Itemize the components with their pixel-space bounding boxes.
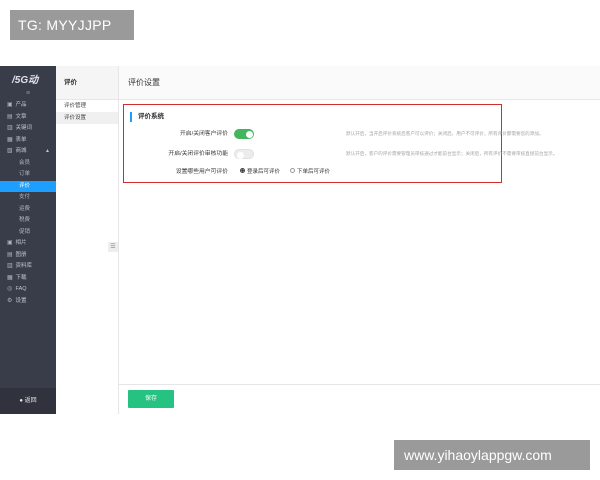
setting-label: 开启/关闭客户评价: [180, 131, 228, 137]
review-system-panel: 评价系统 开启/关闭客户评价 默认开启，当开启评价系统后客户可以评价；关闭后，用…: [123, 104, 557, 183]
form-icon: ▦: [7, 136, 13, 143]
radio-checked-icon: [240, 168, 245, 174]
watermark-top: TG: MYYJJPP: [10, 10, 134, 40]
radio-logged-in[interactable]: 登录后可评价: [240, 165, 280, 179]
sidebar-subitem-payment[interactable]: 支付: [0, 192, 56, 204]
sidebar-item-label: 文章: [15, 113, 27, 120]
app-window: /5G动 ≡ ▣ 产品 ▤ 文章 ▥ 关键词 ▦ 表单 ▧ 商城 ▲ 会员 订单…: [0, 66, 600, 414]
sidebar-item-photos[interactable]: ▣ 相片: [0, 238, 56, 250]
album-icon: ▤: [7, 251, 13, 258]
download-icon: ▦: [7, 274, 13, 281]
article-icon: ▤: [7, 113, 13, 120]
sidebar-item-label: 下载: [15, 274, 27, 281]
sidebar-item-settings[interactable]: ⚙ 设置: [0, 296, 56, 308]
setting-row-who-can-review: 设置哪些用户可评价 登录后可评价 下单后可评价: [124, 165, 503, 179]
sidebar-footer: ● 返回: [0, 388, 56, 414]
page-title: 评价设置: [119, 66, 600, 100]
sidebar-item-label: 资料库: [15, 263, 33, 269]
setting-row-review-moderation: 开启/关闭评价审核功能 默认开启，客户的评价需要管理员审核通过才能前台显示；关闭…: [124, 147, 557, 161]
radio-unchecked-icon: [290, 168, 295, 174]
subnav-item-review-settings[interactable]: 评价设置: [56, 112, 118, 124]
sidebar-item-faq[interactable]: ◎ FAQ: [0, 284, 56, 296]
mall-icon: ▧: [7, 148, 13, 154]
sidebar-subitem-reviews[interactable]: 评价: [0, 180, 56, 192]
sidebar-item-label: 相片: [15, 240, 27, 246]
sidebar-item-label: 设置: [15, 297, 27, 304]
radio-after-order[interactable]: 下单后可评价: [290, 165, 330, 179]
sidebar-subitem-shipping[interactable]: 运费: [0, 204, 56, 216]
sidebar-item-label: 产品: [15, 102, 27, 108]
form-footer: 保存: [119, 384, 600, 414]
sidebar-item-label: 关键词: [15, 125, 33, 131]
sidebar-item-label: 表单: [15, 136, 27, 143]
toggle-knob: [236, 151, 244, 159]
sidebar-item-albums[interactable]: ▤ 图册: [0, 250, 56, 262]
sidebar-item-articles[interactable]: ▤ 文章: [0, 112, 56, 124]
radio-label: 下单后可评价: [297, 169, 331, 175]
menu-collapse-icon[interactable]: ≡: [0, 88, 56, 100]
chevron-up-icon: ▲: [45, 148, 50, 154]
setting-hint: 默认开启，客户的评价需要管理员审核通过才能前台显示；关闭后，所有评价不需要审核直…: [346, 151, 558, 156]
back-label: 返回: [24, 398, 37, 404]
back-icon: ●: [19, 398, 23, 404]
product-icon: ▣: [7, 102, 13, 108]
setting-label: 开启/关闭评价审核功能: [168, 151, 228, 157]
setting-row-enable-reviews: 开启/关闭客户评价 默认开启，当开启评价系统后客户可以评价；关闭后，用户不可评价…: [124, 127, 544, 141]
sidebar-item-library[interactable]: ▥ 资料库: [0, 261, 56, 273]
sidebar-item-mall[interactable]: ▧ 商城 ▲: [0, 146, 56, 158]
sidebar-subitem-tax[interactable]: 税费: [0, 215, 56, 227]
sidebar-item-label: 图册: [15, 251, 27, 258]
gear-icon: ⚙: [7, 297, 13, 304]
sidebar-item-keywords[interactable]: ▥ 关键词: [0, 123, 56, 135]
sidebar-item-products[interactable]: ▣ 产品: [0, 100, 56, 112]
section-title: 评价系统: [130, 112, 164, 122]
sidebar-subitem-orders[interactable]: 订单: [0, 169, 56, 181]
back-button[interactable]: ● 返回: [0, 388, 56, 414]
subnav-title: 评价: [56, 66, 118, 100]
sidebar-item-label: FAQ: [15, 286, 27, 292]
subnav-item-review-management[interactable]: 评价管理: [56, 100, 118, 112]
setting-label: 设置哪些用户可评价: [175, 169, 228, 175]
main-content: 评价设置 评价系统 开启/关闭客户评价 默认开启，当开启评价系统后客户可以评价；…: [119, 66, 600, 414]
review-moderation-toggle[interactable]: [234, 149, 254, 159]
main-sidebar: /5G动 ≡ ▣ 产品 ▤ 文章 ▥ 关键词 ▦ 表单 ▧ 商城 ▲ 会员 订单…: [0, 66, 56, 414]
keyword-icon: ▥: [7, 125, 13, 131]
setting-hint: 默认开启，当开启评价系统后客户可以评价；关闭后，用户不可评价，所有评价都需要您的…: [346, 131, 544, 136]
sidebar-item-forms[interactable]: ▦ 表单: [0, 135, 56, 147]
photo-icon: ▣: [7, 240, 13, 246]
secondary-sidebar: 评价 评价管理 评价设置 ☰: [56, 66, 119, 414]
sidebar-item-label: 商城: [15, 148, 27, 154]
toggle-knob: [245, 130, 253, 138]
faq-icon: ◎: [7, 286, 13, 292]
watermark-bottom: www.yihaoylappgw.com: [394, 440, 590, 470]
library-icon: ▥: [7, 263, 13, 269]
sidebar-subitem-promotions[interactable]: 促销: [0, 227, 56, 239]
sidebar-item-downloads[interactable]: ▦ 下载: [0, 273, 56, 285]
subnav-toggle-icon[interactable]: ☰: [108, 242, 118, 252]
sidebar-subitem-members[interactable]: 会员: [0, 158, 56, 170]
radio-label: 登录后可评价: [247, 169, 281, 175]
logo[interactable]: /5G动: [0, 66, 56, 88]
enable-reviews-toggle[interactable]: [234, 129, 254, 139]
save-button[interactable]: 保存: [128, 390, 174, 408]
